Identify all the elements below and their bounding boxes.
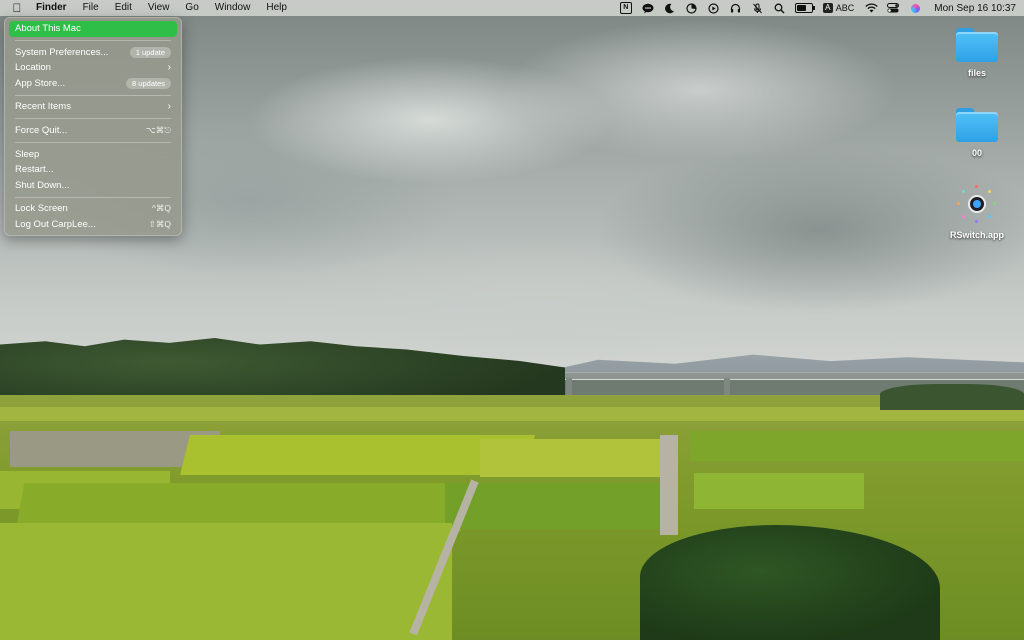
menu-item-label: Force Quit... xyxy=(15,124,68,136)
keyboard-shortcut: ^⌘Q xyxy=(151,203,171,214)
notion-icon[interactable]: N xyxy=(615,0,637,16)
menu-separator xyxy=(15,40,171,42)
menu-finder[interactable]: Finder xyxy=(28,0,75,16)
menu-bar:  Finder File Edit View Go Window Help N xyxy=(0,0,1024,16)
menu-item-about-this-mac[interactable]: About This Mac xyxy=(9,21,177,37)
timer-icon[interactable] xyxy=(681,0,703,16)
siri-icon[interactable] xyxy=(904,0,926,16)
rswitch-app-icon xyxy=(957,184,997,224)
menu-item-app-store[interactable]: App Store... 8 updates xyxy=(9,76,177,92)
menu-view[interactable]: View xyxy=(140,0,178,16)
keyboard-shortcut: ⇧⌘Q xyxy=(148,218,171,229)
menu-item-location[interactable]: Location › xyxy=(9,60,177,76)
desktop-icon-rswitch[interactable]: RSwitch.app xyxy=(942,184,1012,240)
menu-separator xyxy=(15,118,171,120)
notion-badge: N xyxy=(619,2,632,14)
menu-separator xyxy=(15,94,171,96)
status-area: N A ABC Mon Sep 16 10:37 xyxy=(615,0,1024,16)
menu-item-label: Recent Items xyxy=(15,101,71,113)
input-source-label: ABC xyxy=(835,3,855,13)
folder-icon xyxy=(956,108,998,142)
menu-go[interactable]: Go xyxy=(177,0,206,16)
wechat-icon[interactable] xyxy=(637,0,659,16)
input-source-badge: A xyxy=(822,3,833,13)
menu-edit[interactable]: Edit xyxy=(107,0,140,16)
menu-item-label: Shut Down... xyxy=(15,179,70,191)
control-center-icon[interactable] xyxy=(882,0,904,16)
menu-item-label: Sleep xyxy=(15,148,40,160)
menu-item-label: Lock Screen xyxy=(15,203,68,215)
input-source-menu[interactable]: A ABC xyxy=(817,3,861,13)
menu-separator xyxy=(15,196,171,198)
desktop-icon-files[interactable]: files xyxy=(942,28,1012,78)
desktop-icon-00[interactable]: 00 xyxy=(942,108,1012,158)
desktop-icon-label: RSwitch.app xyxy=(949,230,1004,240)
menu-item-label: Log Out CarpLee... xyxy=(15,218,96,230)
menu-item-lock-screen[interactable]: Lock Screen ^⌘Q xyxy=(9,201,177,217)
do-not-disturb-icon[interactable] xyxy=(659,0,681,16)
menu-separator xyxy=(15,142,171,144)
folder-icon xyxy=(956,28,998,62)
search-icon[interactable] xyxy=(769,0,791,16)
wifi-icon[interactable] xyxy=(860,0,882,16)
apple-logo-icon[interactable]:  xyxy=(6,1,28,15)
menu-item-shut-down[interactable]: Shut Down... xyxy=(9,178,177,194)
desktop-icon-label: 00 xyxy=(971,148,982,158)
menu-item-label: System Preferences... xyxy=(15,46,109,58)
menu-item-recent-items[interactable]: Recent Items › xyxy=(9,99,177,115)
desktop-icon-label: files xyxy=(967,68,986,78)
mute-mic-icon[interactable] xyxy=(747,0,769,16)
menu-item-force-quit[interactable]: Force Quit... ⌥⌘⎋ xyxy=(9,123,177,139)
update-badge: 1 update xyxy=(129,46,171,58)
menu-item-label: Restart... xyxy=(15,164,54,176)
menu-item-sleep[interactable]: Sleep xyxy=(9,147,177,163)
battery-icon[interactable] xyxy=(791,0,817,16)
wallpaper-trees xyxy=(880,384,1024,410)
update-badge: 8 updates xyxy=(126,78,171,90)
menu-item-log-out[interactable]: Log Out CarpLee... ⇧⌘Q xyxy=(9,217,177,233)
keyboard-shortcut: ⌥⌘⎋ xyxy=(145,124,171,135)
menu-item-restart[interactable]: Restart... xyxy=(9,162,177,178)
menu-item-system-preferences[interactable]: System Preferences... 1 update xyxy=(9,45,177,61)
headphones-icon[interactable] xyxy=(725,0,747,16)
chevron-right-icon: › xyxy=(167,62,171,74)
apple-menu: About This Mac System Preferences... 1 u… xyxy=(4,17,182,236)
menu-clock[interactable]: Mon Sep 16 10:37 xyxy=(926,3,1024,14)
menu-window[interactable]: Window xyxy=(207,0,259,16)
menu-item-label: About This Mac xyxy=(15,23,81,34)
menu-file[interactable]: File xyxy=(75,0,107,16)
menu-help[interactable]: Help xyxy=(258,0,295,16)
menu-item-label: App Store... xyxy=(15,77,66,89)
chevron-right-icon: › xyxy=(167,101,171,113)
menu-item-label: Location xyxy=(15,62,51,74)
play-icon[interactable] xyxy=(703,0,725,16)
